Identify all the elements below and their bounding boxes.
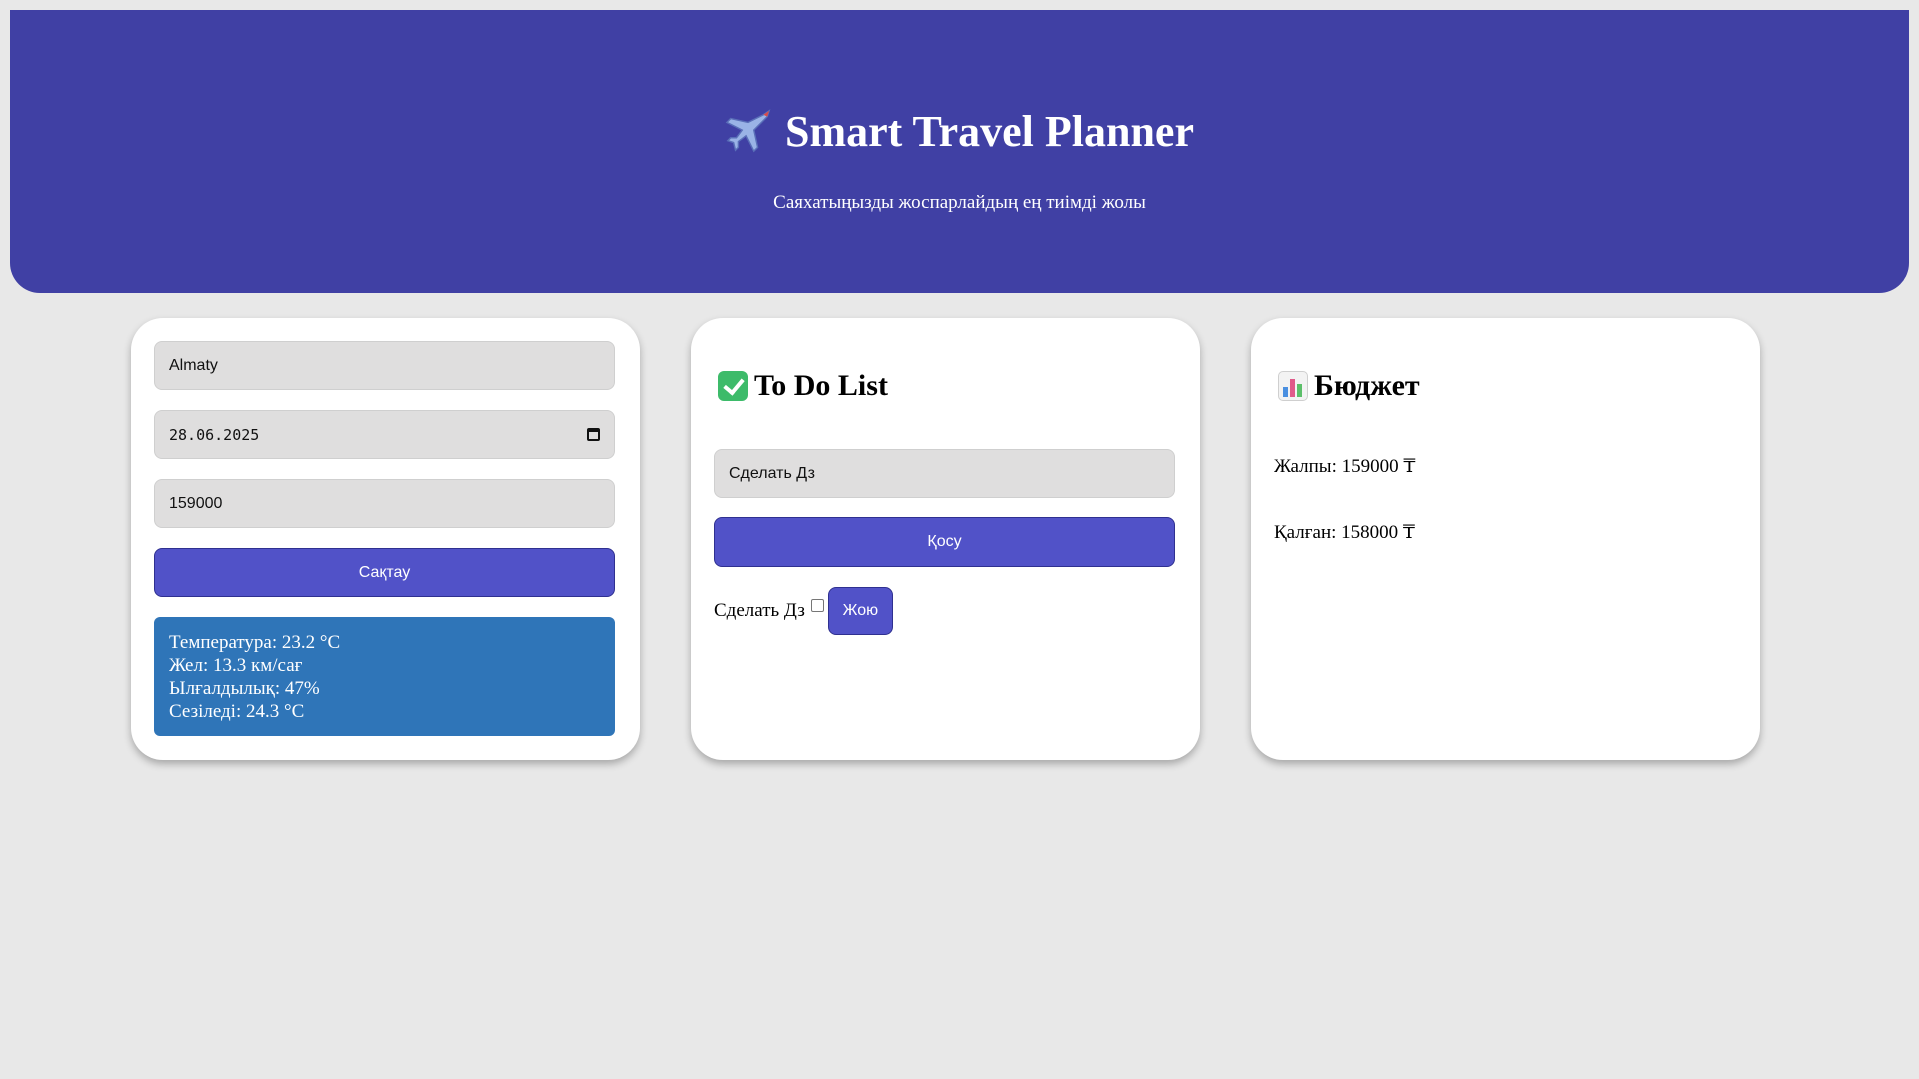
check-icon: [718, 371, 748, 401]
todo-input[interactable]: Сделать Дз: [714, 449, 1175, 498]
weather-feels-like: Сезіледі: 24.3 °C: [169, 701, 305, 722]
date-value: 28.06.2025: [169, 425, 260, 444]
page-title: Smart Travel Planner: [10, 106, 1909, 158]
budget-remaining: Қалған: 158000 ₸: [1274, 522, 1416, 543]
budget-input[interactable]: 159000: [154, 479, 615, 528]
weather-panel: Температура: 23.2 °C Жел: 13.3 км/сағ Ыл…: [154, 617, 615, 736]
city-input[interactable]: Almaty: [154, 341, 615, 390]
date-input[interactable]: 28.06.2025: [154, 410, 615, 459]
app-header: Smart Travel Planner Саяхатыңызды жоспар…: [10, 10, 1909, 293]
weather-humidity: Ылғалдылық: 47%: [169, 678, 320, 699]
budget-title: Бюджет: [1278, 368, 1420, 404]
budget-title-text: Бюджет: [1314, 369, 1420, 402]
bar-chart-icon: [1278, 371, 1308, 401]
page-subtitle: Саяхатыңызды жоспарлайдың ең тиімді жолы: [773, 192, 1146, 213]
todo-card: To Do List Сделать Дз Қосу Сделать Дз Жо…: [691, 318, 1200, 760]
todo-title: To Do List: [718, 368, 888, 404]
todo-item: Сделать Дз Жою: [714, 586, 893, 636]
weather-wind: Жел: 13.3 км/сағ: [169, 655, 303, 676]
todo-item-text: Сделать Дз: [714, 600, 805, 621]
calendar-icon[interactable]: [587, 428, 600, 441]
budget-card: Бюджет Жалпы: 159000 ₸ Қалған: 158000 ₸: [1251, 318, 1760, 760]
budget-total: Жалпы: 159000 ₸: [1274, 456, 1416, 477]
todo-title-text: To Do List: [754, 369, 888, 402]
trip-settings-card: Almaty 28.06.2025 159000 Сақтау Температ…: [131, 318, 640, 760]
weather-temperature: Температура: 23.2 °C: [169, 632, 341, 653]
save-button[interactable]: Сақтау: [154, 548, 615, 597]
todo-item-checkbox[interactable]: [810, 598, 824, 612]
airplane-icon: [725, 109, 771, 153]
add-task-button[interactable]: Қосу: [714, 517, 1175, 567]
page-title-text: Smart Travel Planner: [785, 107, 1194, 156]
delete-task-button[interactable]: Жою: [827, 587, 893, 635]
